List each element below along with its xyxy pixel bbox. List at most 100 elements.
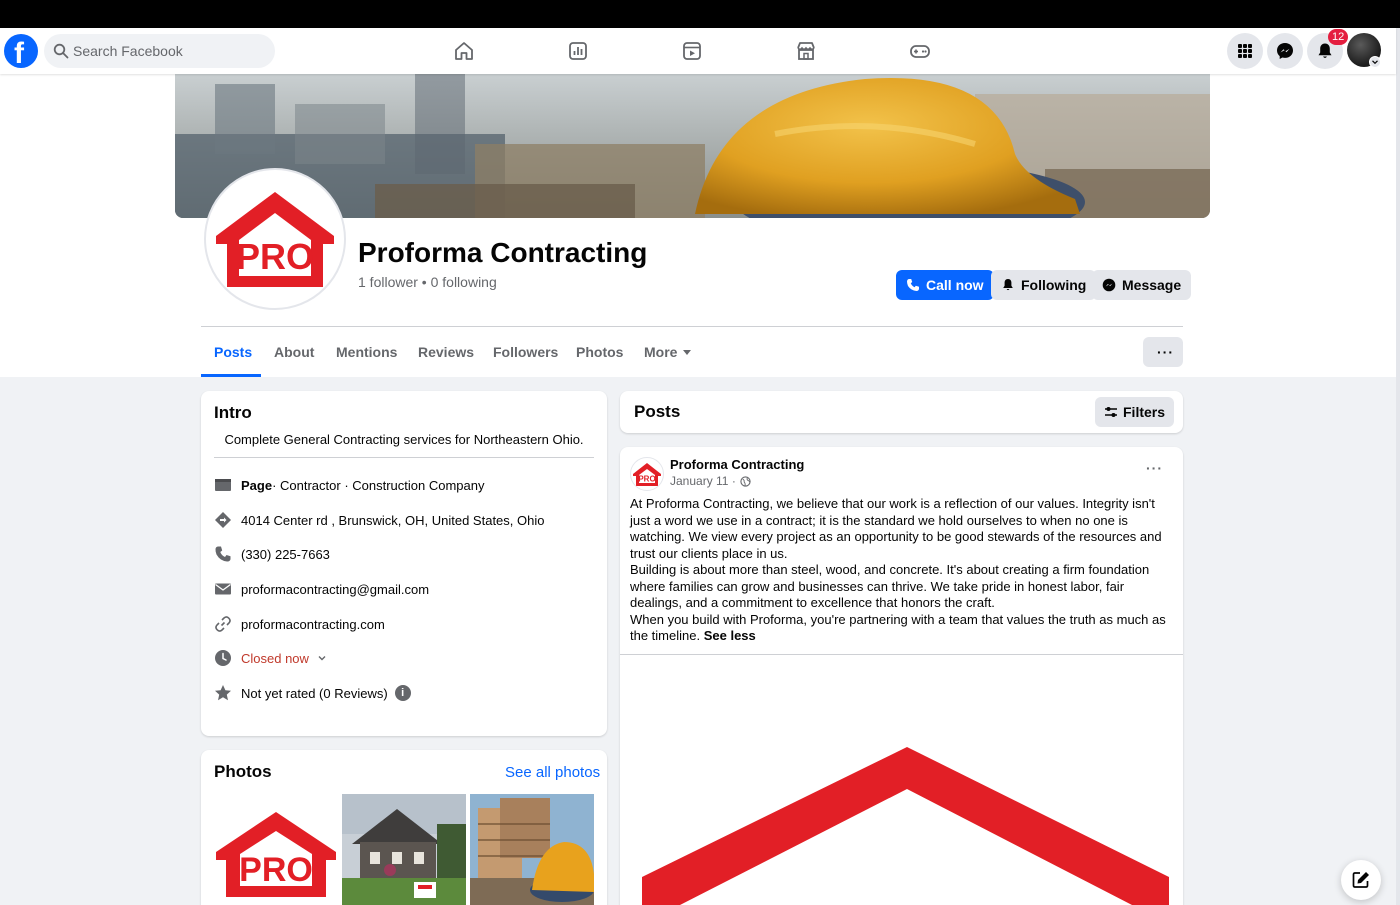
following-button[interactable]: Following [991,270,1097,300]
more-dots-icon: ··· [1157,344,1174,360]
post-author-avatar[interactable]: PRO [630,457,664,491]
category-row: Page · Contractor · Construction Company [214,475,485,495]
call-now-label: Call now [926,277,984,293]
envelope-icon [215,583,231,595]
page-options-button[interactable]: ··· [1143,337,1183,367]
tab-about[interactable]: About [274,344,314,360]
phone-icon [215,546,231,562]
post-options-button[interactable]: ··· [1146,460,1170,480]
clock-icon [215,650,231,666]
compose-icon [1352,872,1369,888]
following-label: Following [1021,277,1087,293]
dashboard-icon[interactable] [567,40,589,62]
intro-description: Complete General Contracting services fo… [224,432,584,447]
active-tab-indicator [201,374,261,377]
photo-thumbnail[interactable]: PRO [214,794,338,905]
star-icon [215,685,231,701]
message-label: Message [1122,277,1182,293]
phone-icon [907,279,919,291]
post-paragraph: At Proforma Contracting, we believe that… [630,496,1162,561]
search-bar[interactable] [44,34,275,68]
caret-down-icon [683,350,692,355]
email-row[interactable]: proformacontracting@gmail.com [214,579,429,599]
photo-thumbnail[interactable] [470,794,594,905]
search-input[interactable] [73,34,268,68]
rating-text: Not yet rated (0 Reviews) [241,685,388,701]
search-icon [53,43,69,59]
globe-icon [740,475,751,487]
page-title: Proforma Contracting [358,237,648,268]
facebook-logo[interactable]: f [4,34,38,70]
intro-divider [214,457,594,458]
chevron-down-icon [1372,60,1378,65]
hours-row[interactable]: Closed now [214,648,327,668]
category-text: · Contractor · Construction Company [272,477,485,493]
gaming-icon[interactable] [909,40,931,62]
email-text: proformacontracting@gmail.com [241,581,430,597]
website-text: proformacontracting.com [241,616,385,632]
tab-followers[interactable]: Followers [493,344,558,360]
intro-title: Intro [214,403,252,422]
messenger-button[interactable] [1267,33,1303,69]
hours-status: Closed now [241,650,309,666]
follower-stats[interactable]: 1 follower • 0 following [358,274,497,290]
see-less-link[interactable]: See less [704,628,756,643]
bell-icon [1003,279,1013,291]
photo-thumbnail[interactable] [342,794,466,905]
rating-row: Not yet rated (0 Reviews) i [214,683,411,703]
tab-photos[interactable]: Photos [576,344,623,360]
account-caret[interactable] [1369,56,1381,68]
post-author-name[interactable]: Proforma Contracting [670,457,804,472]
info-icon[interactable]: i [394,685,411,701]
post-meta: January 11 · [670,474,751,488]
tab-posts[interactable]: Posts [214,344,252,360]
more-dots-icon: ··· [1146,460,1163,476]
filters-button[interactable]: Filters [1095,397,1175,427]
message-button[interactable]: Message [1092,270,1192,300]
see-all-photos-link[interactable]: See all photos [505,764,600,781]
post-body: At Proforma Contracting, we believe that… [630,496,1175,645]
pro-logo: PRO [633,463,661,486]
tab-mentions[interactable]: Mentions [336,344,397,360]
new-message-button[interactable] [1341,860,1381,900]
pro-logo-text: PRO [239,851,313,889]
photos-title: Photos [214,762,272,781]
tab-reviews[interactable]: Reviews [418,344,474,360]
construction-hardhat-photo [470,794,594,905]
link-icon [215,616,231,632]
header-divider [201,326,1183,327]
phone-row[interactable]: (330) 225-7663 [214,544,330,564]
top-navbar: f [0,28,1396,74]
video-icon[interactable] [681,40,703,62]
posts-title: Posts [634,402,681,421]
marketplace-icon[interactable] [795,40,817,62]
window-top-strip [0,0,1400,28]
post-date[interactable]: January 11 · [670,474,736,488]
address-row[interactable]: 4014 Center rd , Brunswick, OH, United S… [214,510,544,530]
grid-menu-icon [1238,44,1252,58]
menu-button[interactable] [1227,33,1263,69]
address-text: 4014 Center rd , Brunswick, OH, United S… [241,512,545,528]
pro-logo-text: PRO [236,236,314,277]
home-icon[interactable] [453,40,475,62]
post-image[interactable] [620,655,1183,905]
page-scrollbar[interactable] [1396,28,1400,905]
page-profile-picture[interactable]: PRO [204,168,346,310]
pro-logo-text: PRO [638,475,655,484]
call-now-button[interactable]: Call now [896,270,994,300]
filters-label: Filters [1123,404,1166,420]
pro-logo: PRO [216,812,336,897]
pro-logo-large [642,747,1169,905]
phone-text: (330) 225-7663 [241,546,330,562]
flag-icon [215,479,231,491]
website-row[interactable]: proformacontracting.com [214,614,385,634]
messenger-icon [1277,43,1293,59]
tab-more-label: More [644,344,678,360]
notification-count-badge: 12 [1328,29,1349,45]
tab-more[interactable]: More [644,344,692,360]
location-icon [215,512,231,528]
post-paragraph: Building is about more than steel, wood,… [630,562,1150,610]
messenger-icon [1102,278,1116,292]
chevron-down-icon [318,656,326,661]
post-paragraph: When you build with Proforma, you're par… [630,612,1175,645]
